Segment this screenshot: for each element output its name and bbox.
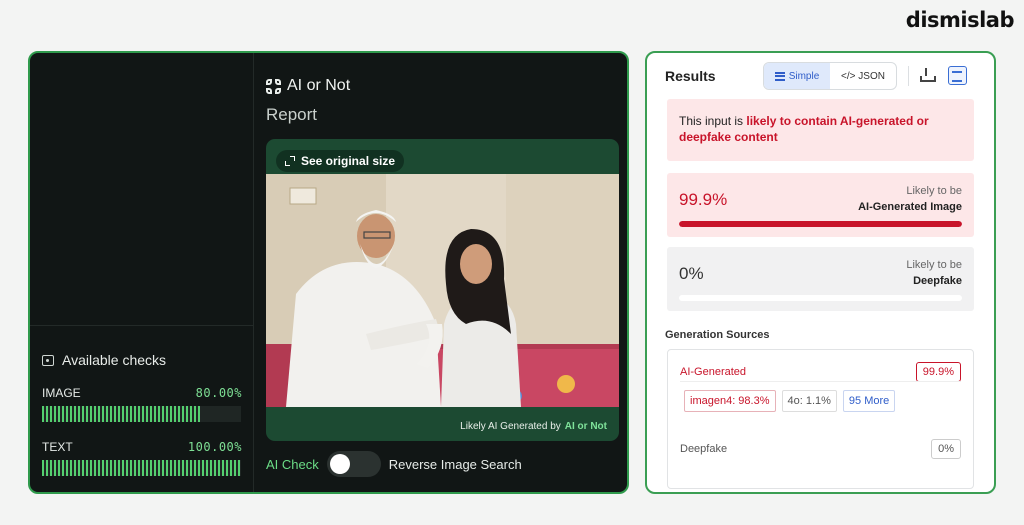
photo-illustration bbox=[266, 174, 619, 407]
deepfake-score-value: 0% bbox=[679, 264, 704, 283]
ai-generated-label: AI-Generated bbox=[680, 366, 747, 378]
ai-or-not-app: Available checks IMAGE 80.00% TEXT 100.0… bbox=[28, 51, 629, 494]
app-title-text: AI or Not bbox=[287, 77, 351, 94]
check-bar-fill bbox=[42, 406, 202, 422]
mode-switch[interactable] bbox=[326, 451, 381, 477]
ai-or-not-logo-icon bbox=[266, 78, 281, 94]
check-mode-toggle: AI Check Reverse Image Search bbox=[266, 451, 522, 477]
app-main: AI or Not Report See original size Likel… bbox=[266, 53, 627, 492]
report-heading: Report bbox=[266, 105, 318, 124]
source-tag-imagen4: imagen4: 98.3% bbox=[684, 390, 776, 412]
tab-simple-label: Simple bbox=[788, 70, 820, 82]
expand-icon bbox=[285, 156, 295, 166]
tab-json-label: </> JSON bbox=[841, 70, 885, 82]
ai-check-label[interactable]: AI Check bbox=[266, 457, 319, 472]
source-tag-4o: 4o: 1.1% bbox=[781, 390, 837, 412]
ai-score-value: 99.9% bbox=[679, 190, 728, 209]
more-sources-button[interactable]: 95 More bbox=[842, 390, 896, 412]
results-title: Results bbox=[665, 68, 716, 84]
tab-simple[interactable]: Simple bbox=[764, 63, 830, 89]
check-row-text: TEXT 100.00% bbox=[42, 440, 242, 454]
ai-generated-badge: 99.9% bbox=[915, 362, 961, 382]
see-original-size-button[interactable]: See original size bbox=[276, 150, 405, 172]
available-checks-panel: Available checks IMAGE 80.00% TEXT 100.0… bbox=[30, 325, 254, 492]
deepfake-score-label: Deepfake bbox=[913, 275, 962, 287]
tab-json[interactable]: </> JSON bbox=[830, 63, 896, 89]
header-divider bbox=[908, 66, 909, 86]
layout-panel-icon[interactable] bbox=[948, 66, 967, 85]
check-percent: 100.00% bbox=[187, 440, 242, 454]
ai-score-caption: Likely to be bbox=[906, 185, 962, 197]
switch-knob bbox=[329, 454, 350, 474]
alert-prefix: This input is bbox=[679, 114, 747, 128]
verdict-alert: This input is likely to contain AI-gener… bbox=[667, 99, 974, 161]
results-header: Results Simple </> JSON bbox=[647, 53, 994, 99]
watermark-brand: AI or Not bbox=[564, 421, 607, 432]
generation-sources-title: Generation Sources bbox=[665, 329, 770, 341]
check-label: TEXT bbox=[42, 440, 73, 454]
check-row-image: IMAGE 80.00% bbox=[42, 386, 242, 400]
see-original-label: See original size bbox=[301, 154, 396, 168]
deepfake-badge: 0% bbox=[931, 439, 961, 459]
download-icon[interactable] bbox=[919, 68, 936, 82]
ai-score-track bbox=[679, 221, 962, 227]
check-bar-image bbox=[42, 406, 241, 422]
analyzed-photo bbox=[266, 174, 619, 407]
app-title: AI or Not bbox=[266, 77, 627, 95]
sources-divider bbox=[680, 381, 961, 382]
watermark-prefix: Likely AI Generated by bbox=[460, 421, 561, 432]
source-tags: imagen4: 98.3% 4o: 1.1% 95 More bbox=[684, 390, 896, 412]
deepfake-score-card: 0% Likely to be Deepfake bbox=[667, 247, 974, 311]
brand-logo: dismislab bbox=[905, 8, 1015, 32]
results-panel: Results Simple </> JSON This input is li… bbox=[645, 51, 996, 494]
checks-title: Available checks bbox=[62, 352, 167, 368]
list-icon bbox=[774, 71, 785, 81]
deepfake-score-caption: Likely to be bbox=[906, 259, 962, 271]
ai-generated-row: AI-Generated 99.9% bbox=[680, 362, 961, 382]
deepfake-label: Deepfake bbox=[680, 443, 728, 455]
generation-sources-box: AI-Generated 99.9% imagen4: 98.3% 4o: 1.… bbox=[667, 349, 974, 489]
ai-generated-score-card: 99.9% Likely to be AI-Generated Image bbox=[667, 173, 974, 237]
photo-watermark: Likely AI Generated by AI or Not bbox=[460, 421, 607, 432]
ai-score-label: AI-Generated Image bbox=[858, 201, 962, 213]
check-label: IMAGE bbox=[42, 386, 81, 400]
check-bar-fill bbox=[42, 460, 241, 476]
ai-score-fill bbox=[679, 221, 962, 227]
deepfake-row: Deepfake 0% bbox=[680, 439, 961, 459]
available-checks-header: Available checks bbox=[42, 352, 242, 368]
check-bar-text bbox=[42, 460, 241, 476]
image-card: See original size Likely AI Generated by… bbox=[266, 139, 619, 441]
reverse-search-label[interactable]: Reverse Image Search bbox=[389, 457, 522, 472]
check-percent: 80.00% bbox=[195, 386, 242, 400]
view-switcher: Simple </> JSON bbox=[763, 62, 897, 90]
checks-icon bbox=[42, 354, 54, 366]
app-sidebar: Available checks IMAGE 80.00% TEXT 100.0… bbox=[30, 53, 254, 492]
deepfake-score-track bbox=[679, 295, 962, 301]
